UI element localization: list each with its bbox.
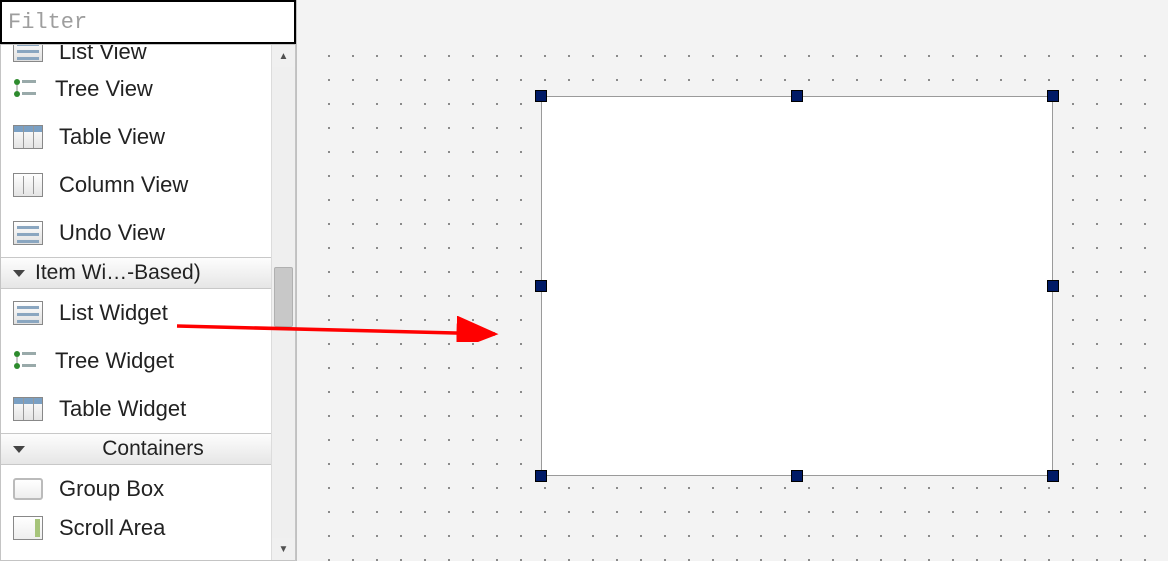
widget-item-list-view[interactable]: List View: [1, 45, 271, 65]
widget-item-label: Tree Widget: [55, 348, 174, 374]
widget-item-tree-view[interactable]: Tree View: [1, 65, 271, 113]
resize-handle-top-right[interactable]: [1047, 90, 1059, 102]
widget-item-undo-view[interactable]: Undo View: [1, 209, 271, 257]
group-header-item-widgets[interactable]: Item Wi…-Based): [1, 257, 271, 289]
widget-item-label: Group Box: [59, 476, 164, 502]
widget-box-panel: List View Tree View Table View Column Vi…: [0, 0, 297, 561]
filter-input-wrap: [0, 0, 296, 44]
widget-item-label: Undo View: [59, 220, 165, 246]
chevron-down-icon: [13, 270, 25, 277]
widget-item-column-view[interactable]: Column View: [1, 161, 271, 209]
resize-handle-bottom-left[interactable]: [535, 470, 547, 482]
widget-list-container: List View Tree View Table View Column Vi…: [0, 44, 296, 561]
resize-handle-top-middle[interactable]: [791, 90, 803, 102]
form-editor-canvas[interactable]: [297, 0, 1168, 561]
tree-view-icon: [11, 76, 41, 102]
column-view-icon: [11, 170, 45, 200]
widget-item-table-widget[interactable]: Table Widget: [1, 385, 271, 433]
resize-handle-middle-left[interactable]: [535, 280, 547, 292]
group-box-icon: [11, 474, 45, 504]
widget-item-label: Tree View: [55, 76, 153, 102]
widget-item-label: List Widget: [59, 300, 168, 326]
widget-item-label: Table Widget: [59, 396, 186, 422]
widget-item-label: Column View: [59, 172, 188, 198]
widget-item-table-view[interactable]: Table View: [1, 113, 271, 161]
widget-item-tree-widget[interactable]: Tree Widget: [1, 337, 271, 385]
resize-handle-middle-right[interactable]: [1047, 280, 1059, 292]
group-header-label: Item Wi…-Based): [35, 261, 201, 285]
resize-handle-top-left[interactable]: [535, 90, 547, 102]
resize-handle-bottom-right[interactable]: [1047, 470, 1059, 482]
widget-item-scroll-area[interactable]: Scroll Area: [1, 513, 271, 543]
group-header-label: Containers: [35, 437, 271, 461]
tree-widget-icon: [11, 348, 41, 374]
chevron-down-icon: [13, 446, 25, 453]
group-header-containers[interactable]: Containers: [1, 433, 271, 465]
scrollbar-thumb[interactable]: [274, 267, 293, 327]
widget-item-list-widget[interactable]: List Widget: [1, 289, 271, 337]
vertical-scrollbar[interactable]: ▲ ▼: [271, 45, 295, 560]
list-view-icon: [11, 45, 45, 65]
scrollbar-track[interactable]: [272, 67, 295, 538]
widget-item-label: List View: [59, 45, 147, 65]
resize-handle-bottom-middle[interactable]: [791, 470, 803, 482]
table-view-icon: [11, 122, 45, 152]
widget-item-label: Scroll Area: [59, 515, 165, 541]
widget-list[interactable]: List View Tree View Table View Column Vi…: [1, 45, 271, 560]
placed-list-widget[interactable]: [541, 96, 1053, 476]
filter-input[interactable]: [2, 2, 294, 42]
table-widget-icon: [11, 394, 45, 424]
scroll-down-button[interactable]: ▼: [272, 538, 295, 560]
undo-view-icon: [11, 218, 45, 248]
widget-item-group-box[interactable]: Group Box: [1, 465, 271, 513]
scroll-up-button[interactable]: ▲: [272, 45, 295, 67]
widget-item-label: Table View: [59, 124, 165, 150]
list-widget-icon: [11, 298, 45, 328]
scroll-area-icon: [11, 513, 45, 543]
